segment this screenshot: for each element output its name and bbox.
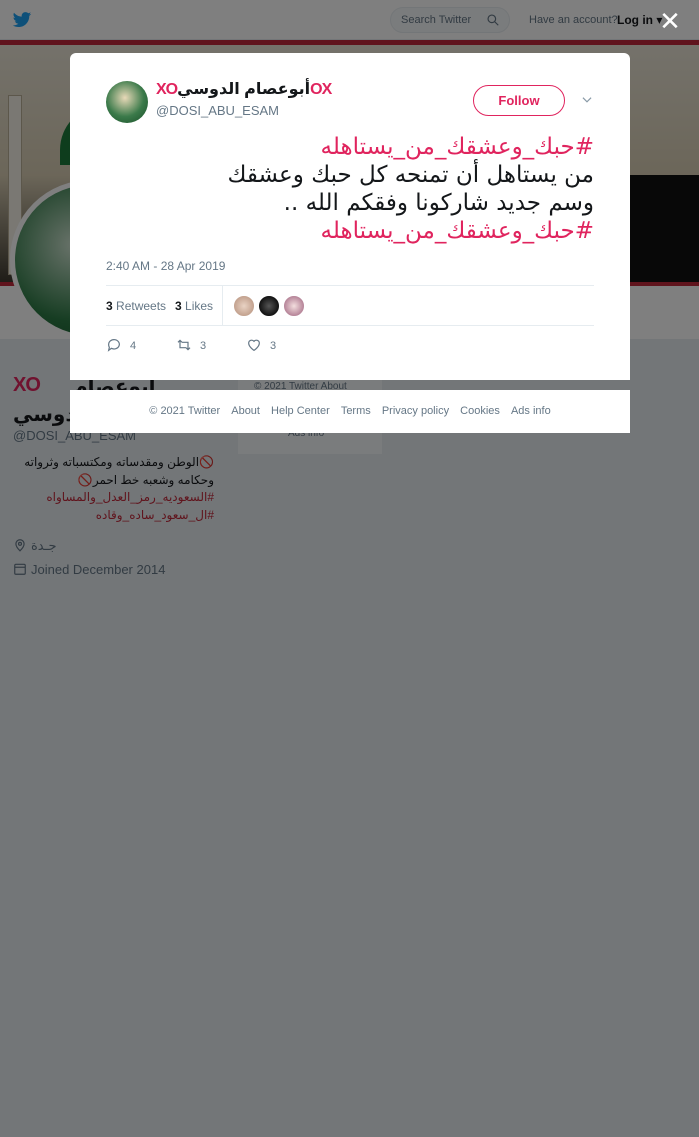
retweet-button[interactable]: 3 (176, 337, 206, 353)
likes-count: 3 (175, 299, 182, 313)
footer-about-link[interactable]: About (231, 405, 260, 417)
name-decoration-right: OX (310, 81, 332, 98)
heart-icon (248, 339, 260, 352)
author-name-text: أبوعصام الدوسي (177, 81, 311, 98)
name-decoration-left: XO (156, 81, 178, 98)
tweet-hashtag[interactable]: #حبك_وعشقك_من_يستاهله (106, 133, 594, 161)
liker-avatar[interactable] (233, 295, 255, 317)
retweets-label: Retweets (116, 299, 167, 313)
author-handle[interactable]: @DOSI_ABU_ESAM (156, 103, 279, 118)
tweet-actions: 4 3 3 (106, 337, 594, 357)
like-count: 3 (270, 340, 277, 352)
footer-terms-link[interactable]: Terms (341, 405, 371, 417)
liker-avatar[interactable] (258, 295, 280, 317)
footer-help-link[interactable]: Help Center (271, 405, 330, 417)
retweets-count: 3 (106, 299, 113, 313)
reply-icon (107, 339, 120, 352)
tweet-modal: XOأبوعصام الدوسيOX @DOSI_ABU_ESAM Follow… (70, 53, 630, 380)
retweet-count: 3 (200, 340, 207, 352)
likes-stat[interactable]: 3 Likes (175, 299, 213, 313)
tweet-line: من يستاهل أن تمنحه كل حبك وعشقك (227, 162, 594, 188)
like-button[interactable]: 3 (246, 337, 276, 353)
reply-button[interactable]: 4 (106, 337, 136, 353)
stats-divider (222, 286, 223, 326)
author-avatar[interactable] (106, 81, 148, 123)
follow-button[interactable]: Follow (473, 85, 565, 116)
close-icon[interactable]: ✕ (656, 8, 684, 36)
modal-footer: © 2021 Twitter About Help Center Terms P… (70, 390, 630, 433)
tweet-hashtag[interactable]: #حبك_وعشقك_من_يستاهله (106, 217, 594, 245)
tweet-stats: 3 Retweets 3 Likes (106, 285, 594, 326)
tweet-line: وسم جديد شاركونا وفقكم الله .. (283, 190, 594, 216)
tweet-text: #حبك_وعشقك_من_يستاهله من يستاهل أن تمنحه… (106, 133, 594, 245)
footer-ads-link[interactable]: Ads info (511, 405, 551, 417)
retweets-stat[interactable]: 3 Retweets (106, 299, 166, 313)
footer-cookies-link[interactable]: Cookies (460, 405, 500, 417)
author-name[interactable]: XOأبوعصام الدوسيOX (156, 79, 332, 99)
likes-label: Likes (185, 299, 214, 313)
footer-privacy-link[interactable]: Privacy policy (382, 405, 449, 417)
footer-copyright: © 2021 Twitter (149, 405, 221, 417)
liker-avatar[interactable] (283, 295, 305, 317)
chevron-down-icon[interactable] (580, 93, 594, 107)
retweet-icon (177, 339, 191, 351)
tweet-timestamp[interactable]: 2:40 AM - 28 Apr 2019 (106, 259, 225, 273)
reply-count: 4 (130, 340, 137, 352)
